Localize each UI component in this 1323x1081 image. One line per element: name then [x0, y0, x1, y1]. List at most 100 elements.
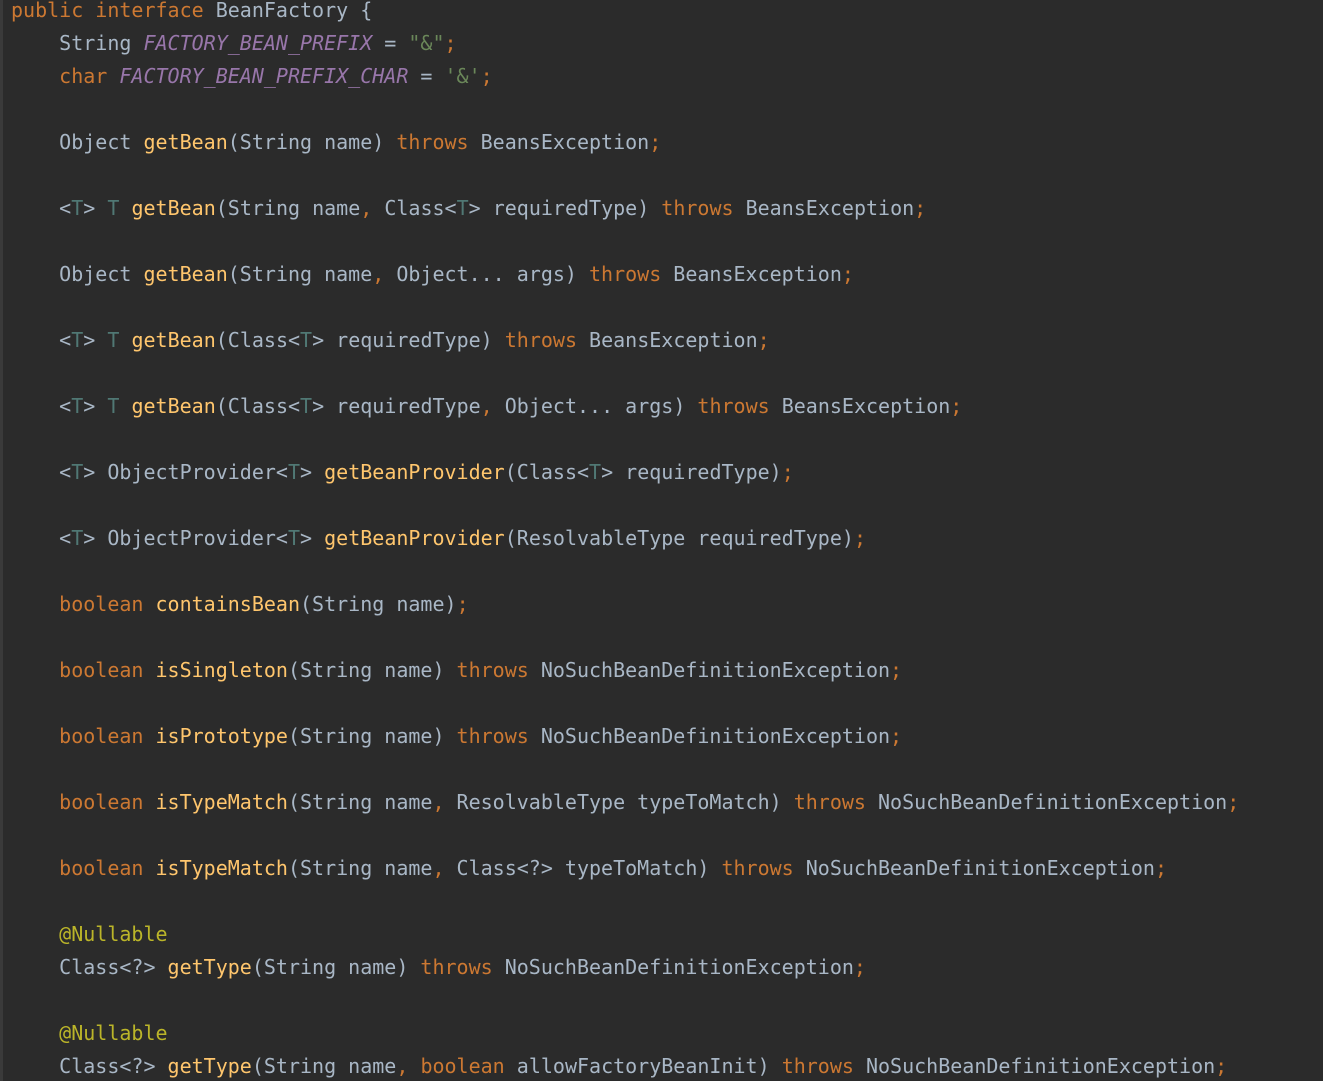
code-text: (String name	[287, 790, 433, 814]
code-text: > ObjectProvider<	[83, 460, 288, 484]
method-name-token: getBean	[143, 130, 228, 154]
code-text: Class<?>	[11, 1054, 168, 1078]
keyword-token: throws	[504, 328, 577, 352]
type-parameter-token: T	[71, 196, 84, 220]
method-name-token: containsBean	[155, 592, 301, 616]
code-text: BeanFactory {	[203, 0, 373, 22]
code-text: > requiredType)	[601, 460, 782, 484]
code-text: Object	[11, 262, 144, 286]
code-text: Object... args)	[384, 262, 589, 286]
code-text: =	[408, 64, 445, 88]
type-parameter-token: T	[71, 394, 84, 418]
type-parameter-token: T	[71, 460, 84, 484]
code-text: BeansException	[733, 196, 915, 220]
keyword-token: ,	[480, 394, 493, 418]
keyword-token: ,	[396, 1054, 409, 1078]
keyword-token: interface	[95, 0, 204, 22]
keyword-token: throws	[721, 856, 794, 880]
code-line: Class<?> getType(String name) throws NoS…	[11, 951, 866, 984]
code-text: >	[83, 196, 108, 220]
code-text: NoSuchBeanDefinitionException	[853, 1054, 1216, 1078]
keyword-token: boolean	[59, 724, 144, 748]
code-line: Object getBean(String name, Object... ar…	[11, 258, 854, 291]
keyword-token: ,	[360, 196, 373, 220]
keyword-token: ;	[950, 394, 963, 418]
keyword-token: ;	[757, 328, 770, 352]
code-text: =	[372, 31, 409, 55]
code-text: NoSuchBeanDefinitionException	[528, 658, 891, 682]
keyword-token: ;	[444, 31, 457, 55]
code-text: > requiredType)	[468, 196, 662, 220]
code-text: (String name)	[251, 955, 421, 979]
keyword-token: ,	[432, 790, 445, 814]
code-text: <	[11, 328, 72, 352]
type-parameter-token: T	[107, 394, 120, 418]
method-name-token: getBean	[131, 394, 216, 418]
constant-field-token: FACTORY_BEAN_PREFIX_CHAR	[119, 64, 409, 88]
code-text: NoSuchBeanDefinitionException	[528, 724, 891, 748]
code-text: allowFactoryBeanInit)	[504, 1054, 782, 1078]
code-text: > requiredType)	[312, 328, 505, 352]
keyword-token: ;	[853, 526, 866, 550]
method-name-token: isTypeMatch	[155, 856, 288, 880]
code-text: ResolvableType typeToMatch)	[444, 790, 794, 814]
code-text: NoSuchBeanDefinitionException	[492, 955, 854, 979]
code-line: <T> T getBean(String name, Class<T> requ…	[11, 192, 926, 225]
code-line: Object getBean(String name) throws Beans…	[11, 126, 661, 159]
keyword-token: ;	[890, 658, 903, 682]
keyword-token: ;	[1154, 856, 1167, 880]
method-name-token: getBean	[131, 196, 216, 220]
code-text: <	[11, 526, 72, 550]
code-text: (Class<	[504, 460, 590, 484]
code-line: boolean isSingleton(String name) throws …	[11, 654, 902, 687]
code-text: BeansException	[769, 394, 951, 418]
keyword-token: public	[11, 0, 84, 22]
string-literal-token: "&"	[408, 31, 445, 55]
code-line: <T> ObjectProvider<T> getBeanProvider(Re…	[11, 522, 866, 555]
method-name-token: isTypeMatch	[155, 790, 288, 814]
type-parameter-token: T	[71, 328, 84, 352]
method-name-token: getBeanProvider	[324, 460, 505, 484]
keyword-token: ;	[1215, 1054, 1228, 1078]
type-parameter-token: T	[287, 526, 301, 550]
code-text: >	[300, 526, 325, 550]
code-text: Object	[11, 130, 144, 154]
keyword-token: throws	[793, 790, 866, 814]
code-line: boolean isTypeMatch(String name, Resolva…	[11, 786, 1239, 819]
code-line: String FACTORY_BEAN_PREFIX = "&";	[11, 27, 457, 60]
code-line: @Nullable	[11, 1017, 168, 1050]
keyword-token: boolean	[59, 790, 144, 814]
keyword-token: ;	[456, 592, 469, 616]
code-editor[interactable]: public interface BeanFactory { String FA…	[0, 0, 1323, 1081]
code-text: String	[11, 31, 144, 55]
method-name-token: isSingleton	[155, 658, 288, 682]
code-line: boolean isPrototype(String name) throws …	[11, 720, 902, 753]
code-line: public interface BeanFactory {	[11, 0, 372, 27]
keyword-token: ;	[841, 262, 854, 286]
keyword-token: boolean	[59, 856, 144, 880]
type-parameter-token: T	[300, 328, 313, 352]
code-text: Class<	[372, 196, 457, 220]
code-line: boolean isTypeMatch(String name, Class<?…	[11, 852, 1167, 885]
code-text: (String name	[215, 196, 361, 220]
code-text: (String name	[287, 856, 433, 880]
code-text: <	[11, 394, 72, 418]
code-line: char FACTORY_BEAN_PREFIX_CHAR = '&';	[11, 60, 493, 93]
code-text: Object... args)	[492, 394, 698, 418]
annotation-token: @Nullable	[59, 1021, 168, 1045]
code-text: BeansException	[468, 130, 650, 154]
code-text: >	[83, 394, 108, 418]
keyword-token: char	[59, 64, 108, 88]
annotation-token: @Nullable	[59, 922, 168, 946]
type-parameter-token: T	[71, 526, 84, 550]
code-text: <	[11, 196, 72, 220]
code-text: Class<?>	[11, 955, 168, 979]
type-parameter-token: T	[287, 460, 301, 484]
